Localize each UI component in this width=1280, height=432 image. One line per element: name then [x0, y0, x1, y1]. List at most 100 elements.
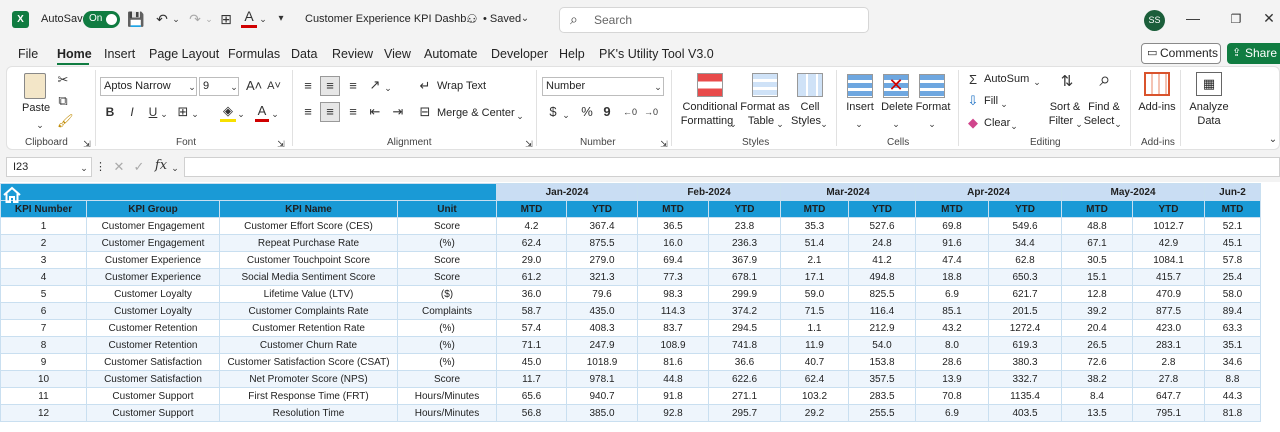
value-cell[interactable]: 54.0 [848, 336, 916, 354]
value-cell[interactable]: 877.5 [1132, 302, 1205, 320]
value-cell[interactable]: 201.5 [988, 302, 1062, 320]
value-cell[interactable]: 51.4 [780, 234, 849, 252]
value-cell[interactable]: 45.1 [1204, 234, 1261, 252]
month-header-cell[interactable]: Jan-2024 [496, 183, 638, 201]
value-cell[interactable]: 28.6 [915, 353, 989, 371]
autosum-dropdown-icon[interactable]: ⌄ [1033, 74, 1041, 90]
comments-button[interactable]: ▭ Comments [1141, 43, 1221, 64]
kpi-num-cell[interactable]: 6 [0, 302, 87, 320]
value-cell[interactable]: 1084.1 [1132, 251, 1205, 269]
kpi-num-cell[interactable]: 8 [0, 336, 87, 354]
borders-ribbon-icon[interactable]: ⊞ [176, 104, 190, 120]
kpi-unit-cell[interactable]: Score [397, 268, 497, 286]
value-cell[interactable]: 58.0 [1204, 285, 1261, 303]
value-cell[interactable]: 69.4 [637, 251, 709, 269]
kpi-name-cell[interactable]: Social Media Sentiment Score [219, 268, 398, 286]
minimize-icon[interactable]: — [1186, 8, 1200, 28]
copy-icon[interactable]: ⧉ [56, 93, 70, 109]
fill-dropdown-icon[interactable]: ⌄ [1000, 96, 1008, 112]
decrease-decimal-icon[interactable]: →0 [643, 104, 659, 120]
clear-label[interactable]: Clear [984, 117, 1010, 129]
kpi-unit-cell[interactable]: Hours/Minutes [397, 404, 497, 422]
value-cell[interactable]: 79.6 [566, 285, 638, 303]
value-cell[interactable]: 85.1 [915, 302, 989, 320]
value-cell[interactable]: 4.2 [496, 217, 567, 235]
kpi-name-cell[interactable]: Customer Retention Rate [219, 319, 398, 337]
delete-cells-label[interactable]: Delete [880, 101, 914, 113]
number-format-select[interactable]: Number [542, 77, 664, 96]
value-cell[interactable]: 42.9 [1132, 234, 1205, 252]
formula-input[interactable] [184, 157, 1280, 177]
value-cell[interactable]: 367.9 [708, 251, 781, 269]
value-cell[interactable]: 212.9 [848, 319, 916, 337]
align-center-icon[interactable]: ≡ [320, 102, 340, 122]
value-cell[interactable]: 114.3 [637, 302, 709, 320]
value-cell[interactable]: 62.8 [988, 251, 1062, 269]
underline-icon[interactable]: U [147, 104, 159, 120]
conditional-formatting-icon[interactable] [697, 73, 723, 97]
mtd-header-cell[interactable]: MTD [915, 200, 989, 218]
value-cell[interactable]: 83.7 [637, 319, 709, 337]
value-cell[interactable]: 380.3 [988, 353, 1062, 371]
mtd-header-cell[interactable]: MTD [1204, 200, 1261, 218]
borders-icon[interactable]: ⊞ [217, 9, 235, 29]
mtd-header-cell[interactable]: MTD [637, 200, 709, 218]
value-cell[interactable]: 24.8 [848, 234, 916, 252]
kpi-unit-cell[interactable]: Score [397, 251, 497, 269]
font-color-dropdown-icon[interactable]: ⌄ [259, 9, 267, 29]
kpi-num-cell[interactable]: 9 [0, 353, 87, 371]
value-cell[interactable]: 650.3 [988, 268, 1062, 286]
mtd-header-cell[interactable]: MTD [1061, 200, 1133, 218]
value-cell[interactable]: 13.5 [1061, 404, 1133, 422]
value-cell[interactable]: 89.4 [1204, 302, 1261, 320]
document-title[interactable]: Customer Experience KPI Dashb... [305, 13, 476, 25]
insert-function-icon[interactable]: fx [152, 158, 170, 174]
redo-icon[interactable]: ↷ [184, 9, 206, 29]
ytd-header-cell[interactable]: YTD [988, 200, 1062, 218]
column-header-cell[interactable]: KPI Name [219, 200, 398, 218]
value-cell[interactable]: 2.8 [1132, 353, 1205, 371]
kpi-group-cell[interactable]: Customer Loyalty [86, 285, 220, 303]
month-header-cell[interactable]: Feb-2024 [637, 183, 781, 201]
kpi-num-cell[interactable]: 2 [0, 234, 87, 252]
kpi-name-cell[interactable]: Lifetime Value (LTV) [219, 285, 398, 303]
cell-styles-dropdown-icon[interactable]: ⌄ [820, 116, 828, 132]
name-box-dropdown-icon[interactable]: ⌄ [79, 160, 89, 176]
increase-font-icon[interactable]: A˄ [246, 78, 262, 94]
ytd-header-cell[interactable]: YTD [566, 200, 638, 218]
value-cell[interactable]: 71.5 [780, 302, 849, 320]
value-cell[interactable]: 44.8 [637, 370, 709, 388]
value-cell[interactable]: 81.6 [637, 353, 709, 371]
kpi-num-cell[interactable]: 5 [0, 285, 87, 303]
autosave-toggle[interactable]: On [83, 11, 120, 28]
alignment-launcher-icon[interactable]: ⇲ [524, 136, 534, 152]
value-cell[interactable]: 367.4 [566, 217, 638, 235]
kpi-unit-cell[interactable]: (%) [397, 353, 497, 371]
value-cell[interactable]: 255.5 [848, 404, 916, 422]
value-cell[interactable]: 70.8 [915, 387, 989, 405]
sort-filter-icon[interactable]: ⇅ [1055, 74, 1079, 90]
autosum-label[interactable]: AutoSum [984, 73, 1029, 85]
value-cell[interactable]: 98.3 [637, 285, 709, 303]
kpi-unit-cell[interactable]: Hours/Minutes [397, 387, 497, 405]
value-cell[interactable]: 549.6 [988, 217, 1062, 235]
avatar[interactable]: SS [1144, 10, 1165, 31]
tab-help[interactable]: Help [559, 47, 585, 61]
value-cell[interactable]: 29.2 [780, 404, 849, 422]
undo-icon[interactable]: ↶ [151, 9, 173, 29]
insert-cells-icon[interactable] [847, 74, 873, 98]
home-icon[interactable] [2, 185, 22, 205]
kpi-unit-cell[interactable]: Complaints [397, 302, 497, 320]
kpi-group-cell[interactable]: Customer Experience [86, 268, 220, 286]
tab-data[interactable]: Data [291, 47, 317, 61]
ytd-header-cell[interactable]: YTD [708, 200, 781, 218]
value-cell[interactable]: 13.9 [915, 370, 989, 388]
saved-dropdown-icon[interactable]: ⌄ [520, 9, 530, 29]
value-cell[interactable]: 116.4 [848, 302, 916, 320]
value-cell[interactable]: 30.5 [1061, 251, 1133, 269]
align-middle-icon[interactable]: ≡ [320, 76, 340, 96]
fill-color-dropdown-icon[interactable]: ⌄ [237, 106, 245, 122]
value-cell[interactable]: 294.5 [708, 319, 781, 337]
align-top-icon[interactable]: ≡ [300, 78, 316, 94]
value-cell[interactable]: 81.8 [1204, 404, 1261, 422]
